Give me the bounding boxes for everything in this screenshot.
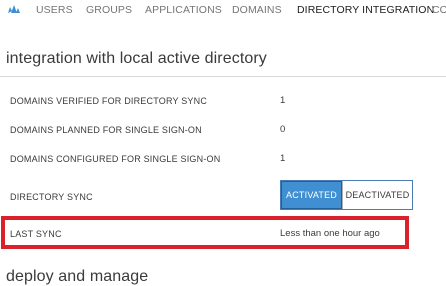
nav-tab-applications[interactable]: APPLICATIONS bbox=[145, 4, 222, 16]
nav-tab-groups[interactable]: GROUPS bbox=[86, 4, 132, 16]
row-value-domains-planned: 0 bbox=[280, 124, 286, 135]
row-value-domains-verified: 1 bbox=[280, 95, 286, 106]
section-divider bbox=[0, 76, 446, 77]
directory-integration-page: USERS GROUPS APPLICATIONS DOMAINS DIRECT… bbox=[0, 0, 446, 286]
section-title-integration: integration with local active directory bbox=[6, 50, 267, 67]
row-label-domains-planned: DOMAINS PLANNED FOR SINGLE SIGN-ON bbox=[10, 125, 202, 135]
directory-sync-toggle: ACTIVATED DEACTIVATED bbox=[280, 180, 413, 210]
row-label-directory-sync: DIRECTORY SYNC bbox=[10, 192, 93, 202]
row-value-domains-configured: 1 bbox=[280, 153, 286, 164]
cloud-people-icon[interactable] bbox=[6, 2, 22, 14]
deactivated-button[interactable]: DEACTIVATED bbox=[342, 181, 412, 209]
nav-tab-overflow[interactable]: CO bbox=[432, 4, 446, 16]
nav-tab-users[interactable]: USERS bbox=[36, 4, 73, 16]
row-label-last-sync: LAST SYNC bbox=[10, 229, 62, 239]
row-label-domains-configured: DOMAINS CONFIGURED FOR SINGLE SIGN-ON bbox=[10, 154, 221, 164]
nav-tab-directory-integration[interactable]: DIRECTORY INTEGRATION bbox=[297, 4, 434, 16]
row-label-domains-verified: DOMAINS VERIFIED FOR DIRECTORY SYNC bbox=[10, 96, 208, 106]
section-title-deploy: deploy and manage bbox=[6, 268, 149, 285]
top-nav: USERS GROUPS APPLICATIONS DOMAINS DIRECT… bbox=[0, 0, 446, 20]
nav-tab-domains[interactable]: DOMAINS bbox=[232, 4, 282, 16]
activated-button[interactable]: ACTIVATED bbox=[281, 181, 342, 209]
row-value-last-sync: Less than one hour ago bbox=[280, 228, 380, 239]
